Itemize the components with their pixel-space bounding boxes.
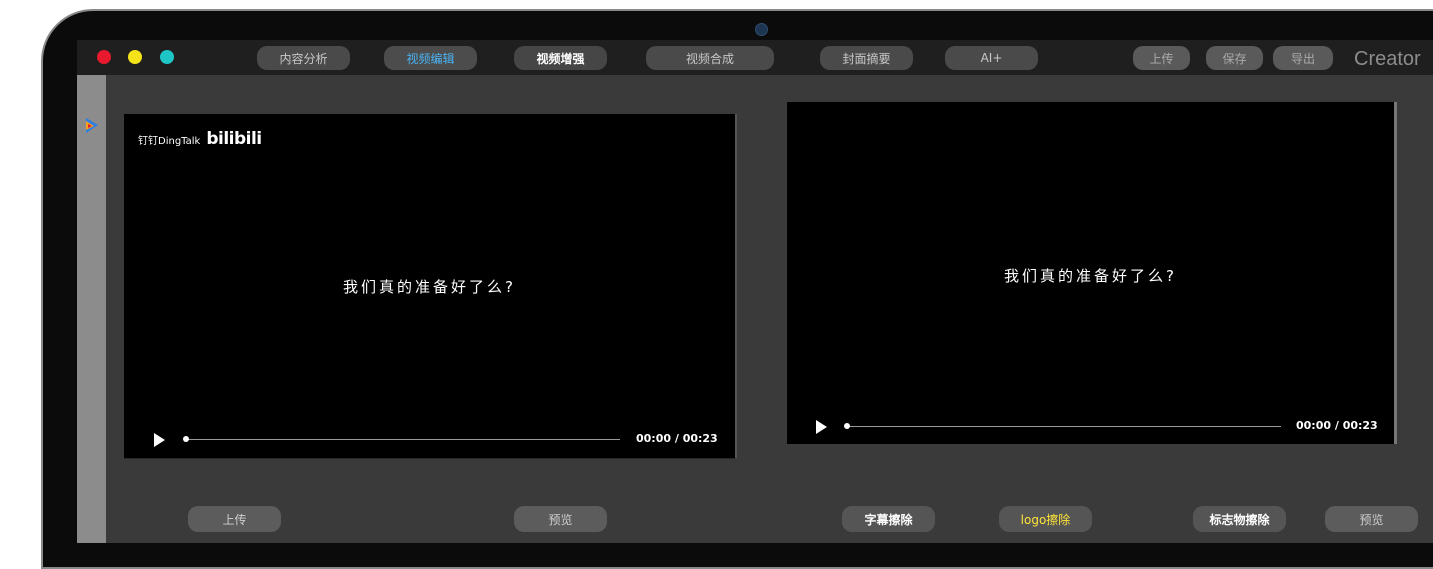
video-time: 00:00 / 00:23 bbox=[636, 432, 718, 445]
tab-ai-plus[interactable]: AI+ bbox=[945, 46, 1038, 70]
video-subtitle: 我们真的准备好了么? bbox=[1004, 267, 1177, 285]
video-time: 00:00 / 00:23 bbox=[1296, 419, 1378, 432]
app-logo-icon[interactable] bbox=[84, 117, 100, 135]
logo-erase-button[interactable]: logo擦除 bbox=[999, 506, 1092, 532]
maximize-window-button[interactable] bbox=[160, 50, 174, 64]
dingtalk-watermark: 钉钉DingTalk bbox=[138, 135, 201, 147]
video-controls: 00:00 / 00:23 bbox=[124, 430, 735, 450]
subtitle-erase-button[interactable]: 字幕擦除 bbox=[842, 506, 935, 532]
tab-video-enhance[interactable]: 视频增强 bbox=[514, 46, 607, 70]
sidebar bbox=[77, 75, 106, 543]
tab-cover-summary[interactable]: 封面摘要 bbox=[820, 46, 913, 70]
progress-knob[interactable] bbox=[183, 436, 189, 442]
bilibili-watermark: bilibili bbox=[206, 129, 262, 149]
upload-button[interactable]: 上传 bbox=[1133, 46, 1190, 70]
top-toolbar: 内容分析 视频编辑 视频增强 视频合成 封面摘要 AI+ 上传 保存 导出 Cr… bbox=[77, 40, 1433, 75]
tab-video-compose[interactable]: 视频合成 bbox=[646, 46, 774, 70]
play-icon[interactable] bbox=[154, 433, 165, 447]
source-video-player[interactable]: 钉钉DingTalk bilibili 我们真的准备好了么? 00:00 / 0… bbox=[124, 114, 737, 459]
tab-content-analysis[interactable]: 内容分析 bbox=[257, 46, 350, 70]
camera-icon bbox=[755, 23, 768, 36]
tab-video-edit[interactable]: 视频编辑 bbox=[384, 46, 477, 70]
progress-knob[interactable] bbox=[844, 423, 850, 429]
close-window-button[interactable] bbox=[97, 50, 111, 64]
video-controls: 00:00 / 00:23 bbox=[787, 417, 1394, 437]
progress-track[interactable] bbox=[186, 439, 620, 440]
progress-track[interactable] bbox=[847, 426, 1281, 427]
brand-title: Creator bbox=[1354, 48, 1421, 70]
play-icon[interactable] bbox=[816, 420, 827, 434]
result-video-player[interactable]: 我们真的准备好了么? 00:00 / 00:23 bbox=[787, 102, 1397, 444]
save-button[interactable]: 保存 bbox=[1206, 46, 1263, 70]
mark-erase-button[interactable]: 标志物擦除 bbox=[1193, 506, 1286, 532]
export-button[interactable]: 导出 bbox=[1273, 46, 1333, 70]
preview-left-button[interactable]: 预览 bbox=[514, 506, 607, 532]
video-watermark: 钉钉DingTalk bilibili bbox=[138, 129, 262, 149]
preview-right-button[interactable]: 预览 bbox=[1325, 506, 1418, 532]
minimize-window-button[interactable] bbox=[128, 50, 142, 64]
video-subtitle: 我们真的准备好了么? bbox=[343, 278, 516, 296]
upload-video-button[interactable]: 上传 bbox=[188, 506, 281, 532]
